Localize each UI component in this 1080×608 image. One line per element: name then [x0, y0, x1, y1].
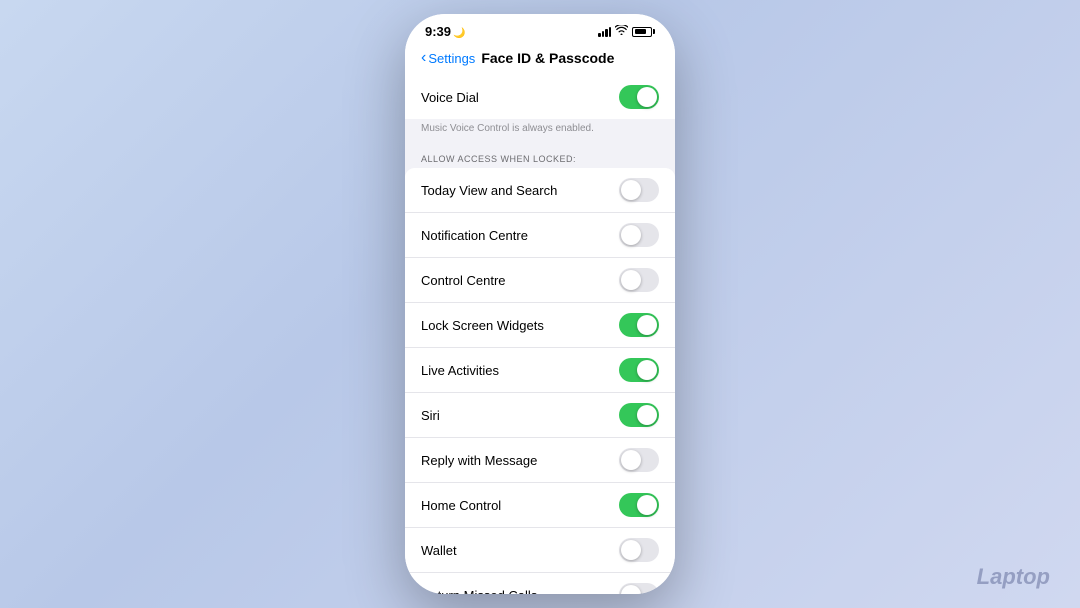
voice-dial-note: Music Voice Control is always enabled.	[405, 119, 675, 142]
voice-dial-section: Voice Dial	[405, 75, 675, 119]
notification-centre-label: Notification Centre	[421, 228, 528, 243]
wifi-icon	[615, 25, 628, 38]
return-missed-calls-row[interactable]: Return Missed Calls	[405, 573, 675, 594]
live-activities-row[interactable]: Live Activities	[405, 348, 675, 393]
siri-label: Siri	[421, 408, 440, 423]
battery-icon	[632, 27, 655, 37]
reply-with-message-row[interactable]: Reply with Message	[405, 438, 675, 483]
moon-icon: 🌙	[453, 28, 465, 39]
siri-row[interactable]: Siri	[405, 393, 675, 438]
notification-centre-row[interactable]: Notification Centre	[405, 213, 675, 258]
reply-with-message-label: Reply with Message	[421, 453, 537, 468]
back-button[interactable]: ‹ Settings	[421, 49, 475, 67]
home-control-row[interactable]: Home Control	[405, 483, 675, 528]
siri-toggle[interactable]	[619, 403, 659, 427]
phone-frame: 9:39🌙	[405, 14, 675, 594]
lock-screen-widgets-toggle[interactable]	[619, 313, 659, 337]
wallet-toggle[interactable]	[619, 538, 659, 562]
notification-centre-toggle[interactable]	[619, 223, 659, 247]
allow-access-group: Today View and Search Notification Centr…	[405, 168, 675, 594]
home-control-toggle[interactable]	[619, 493, 659, 517]
lock-screen-widgets-row[interactable]: Lock Screen Widgets	[405, 303, 675, 348]
nav-bar: ‹ Settings Face ID & Passcode	[405, 45, 675, 75]
watermark: Laptop	[977, 564, 1050, 590]
page-title: Face ID & Passcode	[481, 50, 614, 66]
return-missed-calls-label: Return Missed Calls	[421, 588, 537, 595]
lock-screen-widgets-label: Lock Screen Widgets	[421, 318, 544, 333]
reply-with-message-toggle[interactable]	[619, 448, 659, 472]
status-time: 9:39🌙	[425, 24, 465, 39]
status-icons	[598, 25, 655, 38]
return-missed-calls-toggle[interactable]	[619, 583, 659, 594]
live-activities-label: Live Activities	[421, 363, 499, 378]
voice-dial-label: Voice Dial	[421, 90, 479, 105]
status-bar: 9:39🌙	[405, 14, 675, 45]
voice-dial-row[interactable]: Voice Dial	[405, 75, 675, 119]
wallet-row[interactable]: Wallet	[405, 528, 675, 573]
home-control-label: Home Control	[421, 498, 501, 513]
control-centre-row[interactable]: Control Centre	[405, 258, 675, 303]
control-centre-label: Control Centre	[421, 273, 506, 288]
wallet-label: Wallet	[421, 543, 457, 558]
today-view-toggle[interactable]	[619, 178, 659, 202]
back-chevron-icon: ‹	[421, 49, 426, 67]
allow-access-header: ALLOW ACCESS WHEN LOCKED:	[405, 142, 675, 168]
today-view-row[interactable]: Today View and Search	[405, 168, 675, 213]
control-centre-toggle[interactable]	[619, 268, 659, 292]
signal-icon	[598, 27, 611, 37]
live-activities-toggle[interactable]	[619, 358, 659, 382]
settings-content[interactable]: Voice Dial Music Voice Control is always…	[405, 75, 675, 594]
today-view-label: Today View and Search	[421, 183, 557, 198]
back-label: Settings	[428, 51, 475, 66]
voice-dial-toggle[interactable]	[619, 85, 659, 109]
